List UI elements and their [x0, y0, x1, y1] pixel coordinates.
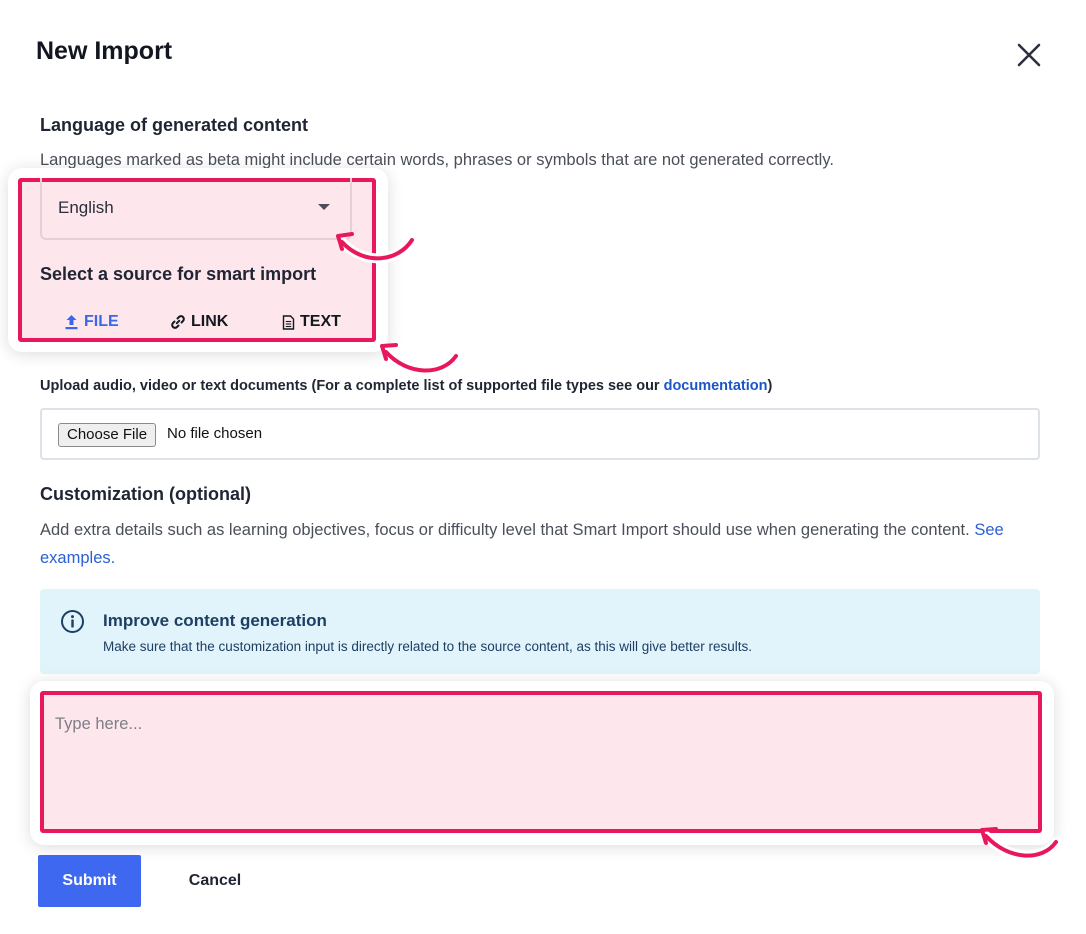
- cancel-button[interactable]: Cancel: [170, 855, 260, 907]
- tab-link-label: LINK: [191, 313, 229, 330]
- customization-input[interactable]: [40, 691, 1042, 833]
- file-status: No file chosen: [167, 425, 263, 442]
- language-select[interactable]: English: [40, 178, 352, 240]
- upload-label: Upload audio, video or text documents (F…: [40, 378, 772, 394]
- tab-link[interactable]: LINK: [170, 310, 228, 334]
- info-banner: Improve content generation Make sure tha…: [40, 589, 1040, 674]
- language-heading: Language of generated content: [40, 115, 309, 135]
- dialog-title: New Import: [36, 37, 173, 65]
- submit-button[interactable]: Submit: [38, 855, 141, 907]
- customization-heading: Customization (optional): [40, 484, 251, 504]
- info-title: Improve content generation: [103, 611, 327, 630]
- tab-text-label: TEXT: [300, 313, 341, 330]
- documentation-link[interactable]: documentation: [664, 378, 768, 394]
- choose-file-button[interactable]: Choose File: [58, 423, 157, 447]
- info-text: Make sure that the customization input i…: [103, 639, 753, 654]
- source-heading: Select a source for smart import: [40, 264, 317, 284]
- language-select-value: English: [58, 198, 114, 217]
- upload-label-text: Upload audio, video or text documents (F…: [40, 378, 664, 394]
- file-upload-field: Choose File No file chosen: [40, 408, 1040, 460]
- close-button[interactable]: [1012, 38, 1046, 72]
- document-icon: [282, 314, 295, 330]
- caret-down-icon: [318, 204, 330, 210]
- upload-icon: [65, 315, 78, 330]
- upload-label-end: ): [767, 378, 773, 394]
- tab-file[interactable]: FILE: [64, 310, 119, 334]
- customization-description-text: Add extra details such as learning objec…: [40, 521, 970, 539]
- tab-file-label: FILE: [84, 313, 119, 330]
- tab-text[interactable]: TEXT: [282, 310, 341, 334]
- close-icon: [1017, 43, 1041, 67]
- link-icon: [171, 315, 185, 329]
- customization-description: Add extra details such as learning objec…: [40, 516, 1040, 572]
- info-icon: [61, 610, 84, 633]
